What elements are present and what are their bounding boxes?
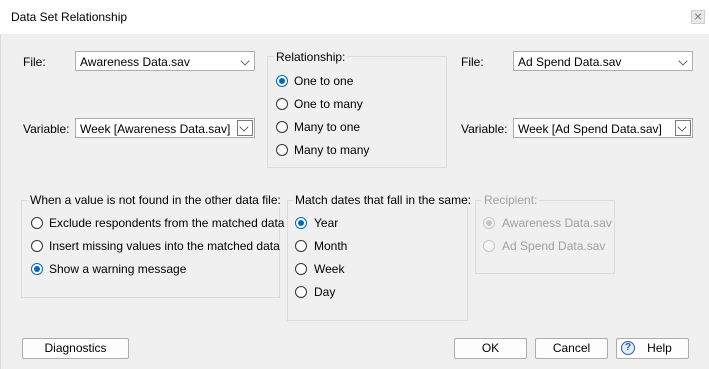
chevron-down-icon [240,56,250,66]
right-variable-select[interactable]: Week [Ad Spend Data.sav] [513,118,693,138]
option-label: One to one [294,74,354,88]
option-label: Awareness Data.sav [502,216,612,230]
radio-button[interactable] [276,144,288,156]
right-file-value: Ad Spend Data.sav [518,55,622,69]
ok-button[interactable]: OK [454,338,527,359]
not-found-title: When a value is not found in the other d… [28,193,283,207]
radio-button[interactable] [276,121,288,133]
radio-button[interactable] [295,217,307,229]
left-variable-select[interactable]: Week [Awareness Data.sav] [75,118,255,138]
dropdown-button[interactable] [237,120,253,136]
recipient-title: Recipient: [482,193,540,207]
right-variable-value: Week [Ad Spend Data.sav] [518,122,662,136]
left-variable-label: Variable: [23,122,70,136]
recipient-group [475,200,615,274]
option-label: Many to many [294,143,370,157]
radio-button [483,240,495,252]
radio-button[interactable] [276,98,288,110]
right-file-label: File: [461,55,484,69]
option-label: Show a warning message [49,262,187,276]
dropdown-button[interactable] [675,120,691,136]
option-label: Year [314,216,339,230]
radio-button[interactable] [276,75,288,87]
title-bar: Data Set Relationship [0,0,709,34]
option-label: Month [314,239,348,253]
radio-button [483,217,495,229]
help-label: Help [647,341,672,355]
left-variable-value: Week [Awareness Data.sav] [80,122,231,136]
right-variable-label: Variable: [461,122,508,136]
option-label: Week [314,262,345,276]
radio-button[interactable] [31,263,43,275]
option-label: Insert missing values into the matched d… [49,239,280,253]
left-file-label: File: [23,55,46,69]
chevron-down-icon [678,56,688,66]
left-file-select[interactable]: Awareness Data.sav [75,51,255,71]
radio-button[interactable] [295,286,307,298]
help-icon: ? [621,341,635,355]
dialog-body: File: Awareness Data.sav Variable: Week … [0,34,709,369]
option-label: Ad Spend Data.sav [502,239,606,253]
match-dates-title: Match dates that fall in the same: [293,193,474,207]
cancel-button[interactable]: Cancel [535,338,608,359]
chevron-down-icon [239,122,249,132]
right-file-select[interactable]: Ad Spend Data.sav [513,51,693,71]
chevron-down-icon [677,122,687,132]
radio-button[interactable] [295,240,307,252]
relationship-title: Relationship: [274,50,348,64]
option-label: Day [314,285,336,299]
help-button[interactable]: ? Help [616,338,689,359]
window-title: Data Set Relationship [11,10,128,24]
diagnostics-button[interactable]: Diagnostics [22,338,129,359]
option-label: Many to one [294,120,361,134]
left-file-value: Awareness Data.sav [80,55,190,69]
option-label: One to many [294,97,363,111]
radio-button[interactable] [295,263,307,275]
radio-button[interactable] [31,240,43,252]
option-label: Exclude respondents from the matched dat… [49,216,285,230]
close-icon[interactable] [691,10,705,24]
radio-button[interactable] [31,217,43,229]
